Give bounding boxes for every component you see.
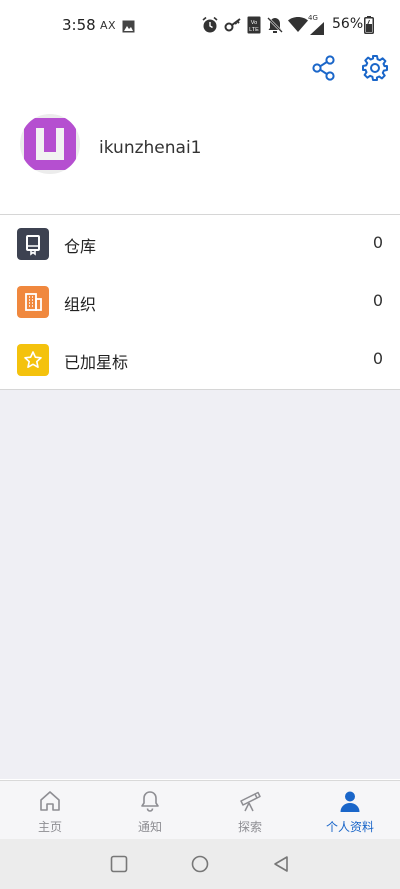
avatar-image (24, 118, 76, 170)
menu-item-starred[interactable]: 已加星标 0 (0, 331, 400, 389)
back-triangle-icon (274, 856, 288, 872)
tab-label: 探索 (237, 820, 262, 834)
tab-notifications[interactable]: 通知 (100, 781, 200, 839)
svg-text:LTE: LTE (249, 27, 259, 33)
key-icon (224, 17, 242, 37)
wifi-icon (288, 16, 308, 37)
battery-icon (364, 16, 374, 38)
share-icon (312, 55, 335, 81)
menu-item-count: 0 (372, 349, 383, 368)
menu-item-repositories[interactable]: 仓库 0 (0, 215, 400, 273)
home-system-button[interactable] (191, 855, 209, 877)
tab-explore[interactable]: 探索 (200, 781, 300, 839)
avatar[interactable] (20, 114, 80, 174)
tab-home[interactable]: 主页 (0, 781, 100, 839)
back-button[interactable] (272, 855, 290, 877)
status-time: 3:58 (62, 16, 96, 34)
tab-profile[interactable]: 个人资料 (300, 781, 400, 839)
username: ikunzhenai1 (99, 138, 202, 158)
menu-item-count: 0 (372, 291, 383, 310)
menu-item-label: 已加星标 (64, 353, 129, 372)
alarm-icon (201, 16, 219, 38)
recents-button[interactable] (110, 855, 128, 877)
tab-label: 通知 (137, 820, 162, 834)
star-icon (17, 344, 49, 376)
menu-item-organizations[interactable]: 组织 0 (0, 273, 400, 331)
volte-icon: Vo LTE (247, 16, 261, 38)
person-icon (340, 791, 360, 812)
signal-icon (310, 20, 324, 39)
bottom-nav: 主页 通知 探索 个人资料 (0, 780, 400, 839)
bell-icon (141, 791, 159, 812)
share-button[interactable] (310, 54, 338, 82)
telescope-icon (240, 791, 261, 812)
home-circle-icon (191, 855, 209, 873)
home-icon (40, 791, 60, 811)
status-bar: 3:58 AX Vo LTE 4G 56% (0, 0, 400, 50)
battery-percentage: 56% (332, 16, 364, 32)
gear-icon (362, 55, 388, 81)
menu-item-count: 0 (372, 233, 383, 252)
settings-button[interactable] (361, 54, 389, 82)
recents-icon (110, 855, 128, 873)
image-icon (122, 18, 135, 37)
status-ax: AX (100, 19, 117, 32)
menu-item-label: 组织 (64, 295, 97, 314)
tab-label: 主页 (37, 820, 62, 834)
content-background (0, 390, 400, 779)
menu-item-label: 仓库 (64, 237, 97, 256)
tab-label: 个人资料 (325, 820, 374, 834)
organization-icon (17, 286, 49, 318)
svg-text:Vo: Vo (251, 20, 257, 26)
system-nav-bar (0, 839, 400, 889)
repo-icon (17, 228, 49, 260)
mute-bell-icon (266, 16, 284, 38)
